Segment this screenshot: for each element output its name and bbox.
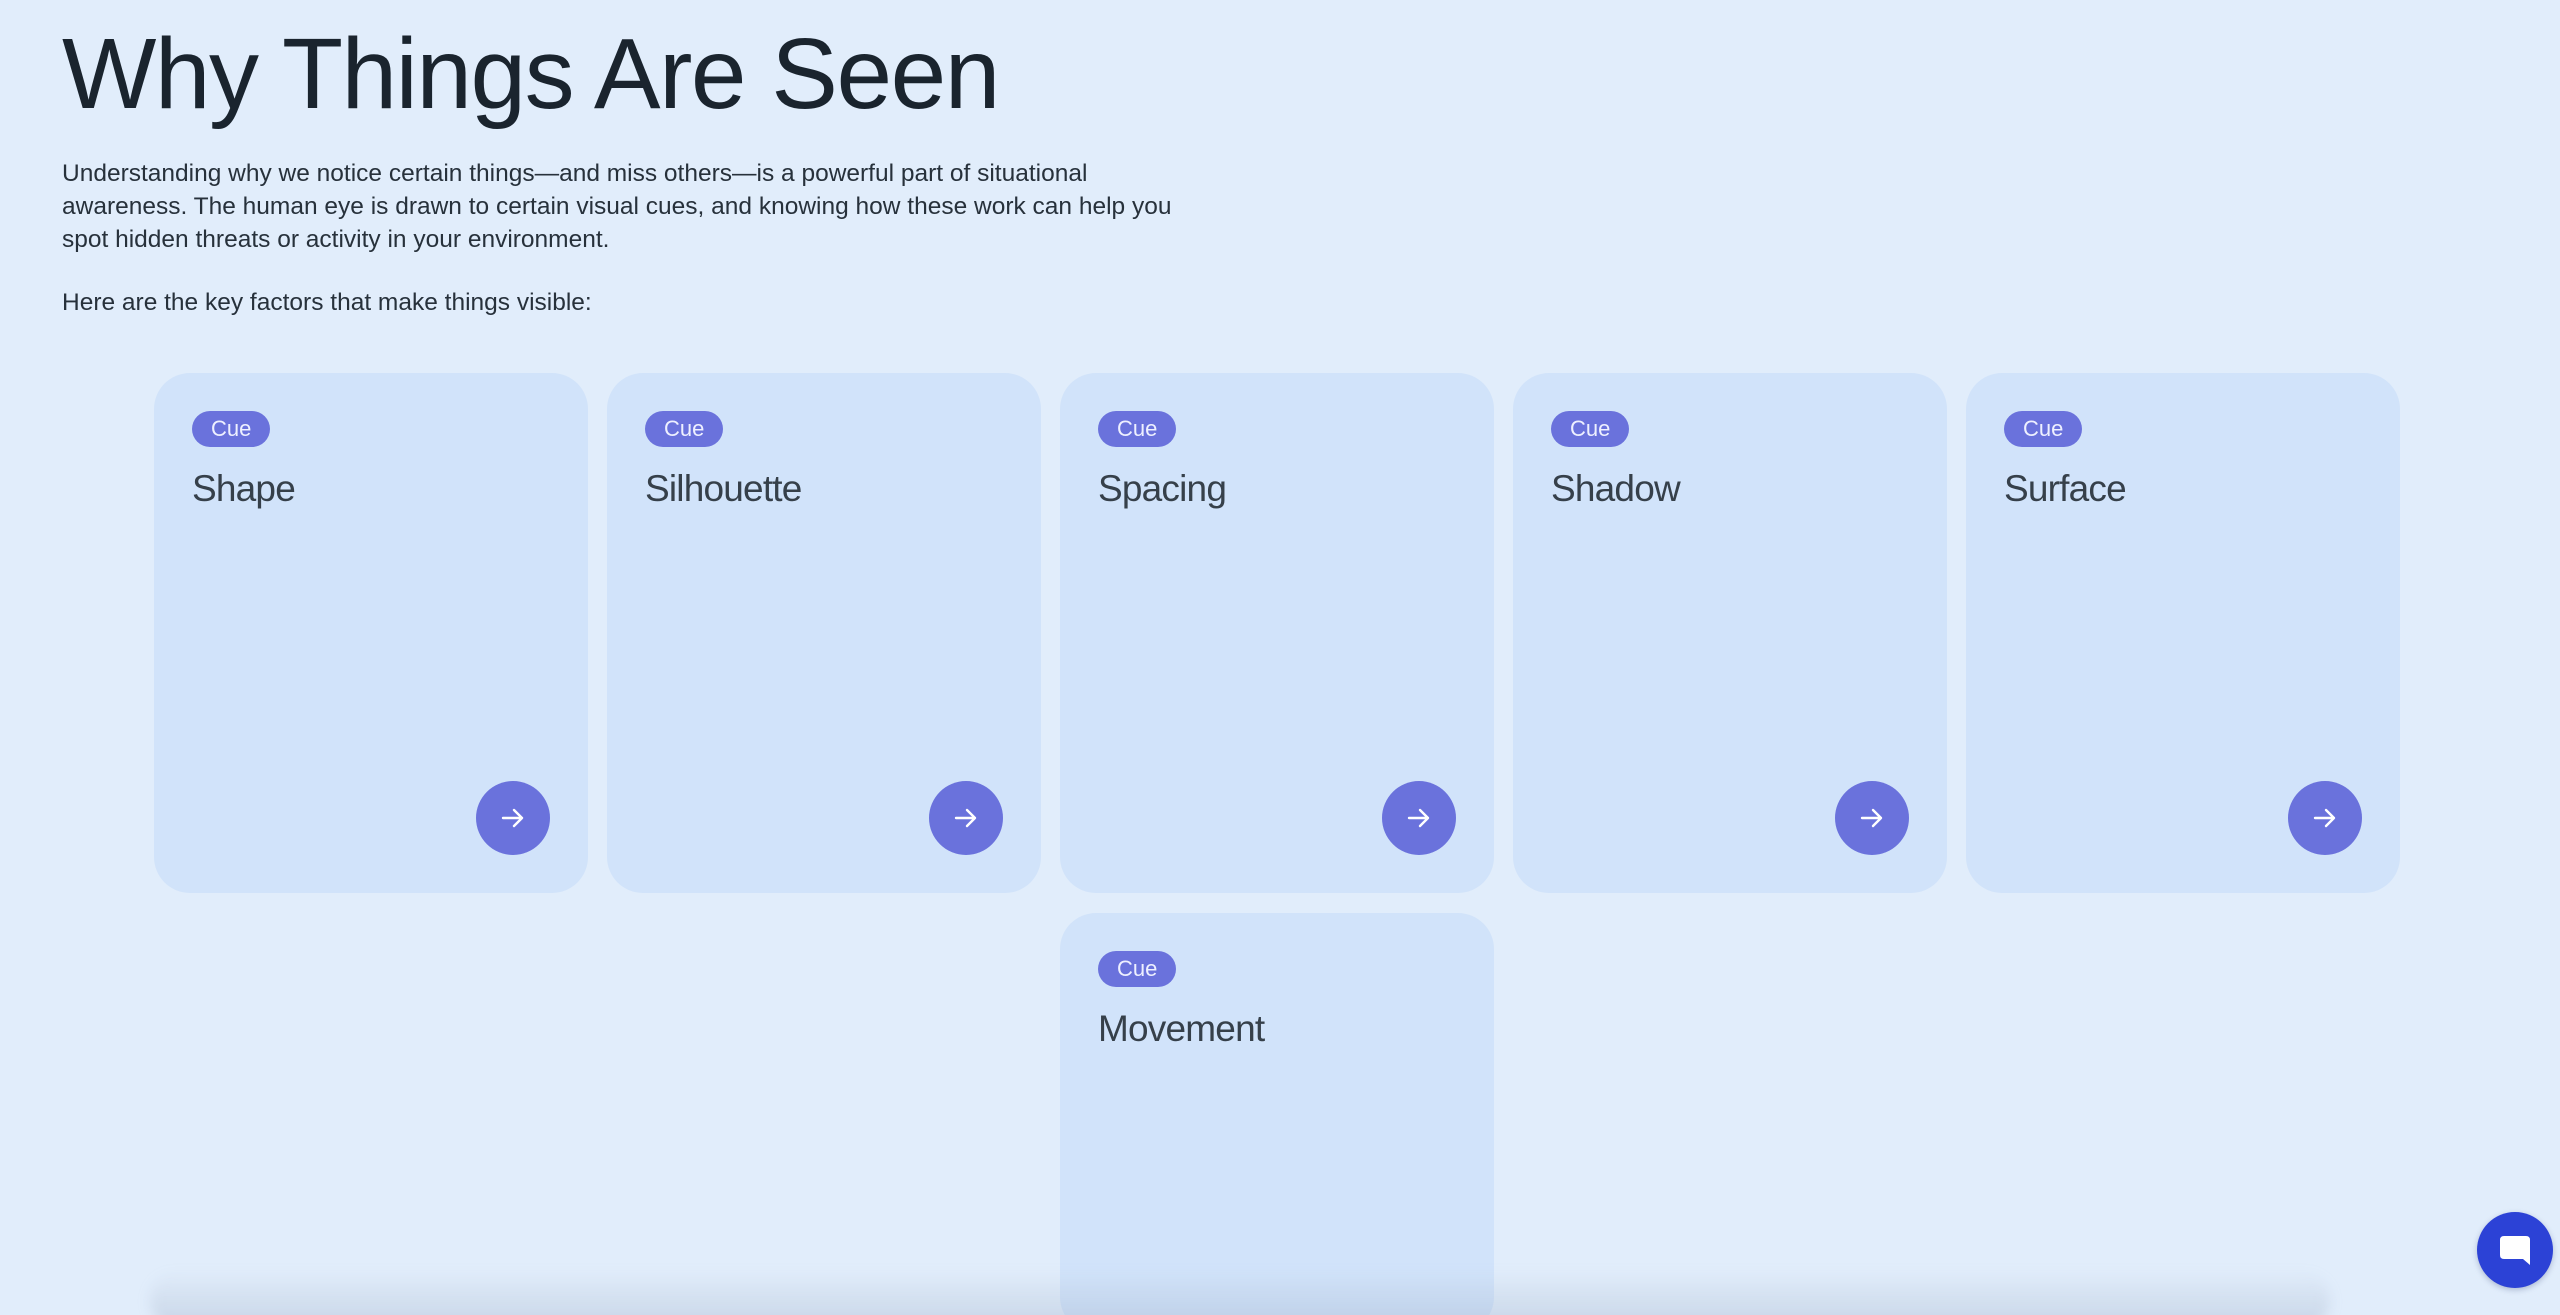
card-arrow-button[interactable]	[476, 781, 550, 855]
card-title: Silhouette	[645, 468, 802, 509]
arrow-right-icon	[501, 808, 524, 828]
arrow-right-icon	[1407, 808, 1430, 828]
chat-launcher-button[interactable]	[2477, 1212, 2553, 1288]
lead-paragraph: Here are the key factors that make thing…	[62, 289, 592, 316]
cue-badge: Cue	[1551, 411, 1630, 447]
card-shadow[interactable]: Cue Shadow	[1513, 373, 1947, 893]
card-arrow-button[interactable]	[2288, 781, 2362, 855]
card-arrow-button[interactable]	[1382, 781, 1456, 855]
cue-badge: Cue	[192, 411, 271, 447]
card-spacing[interactable]: Cue Spacing	[1060, 373, 1494, 893]
card-movement[interactable]: Cue Movement	[1060, 913, 1494, 1315]
card-title: Shape	[192, 468, 296, 509]
intro-paragraph: Understanding why we notice certain thin…	[62, 160, 1172, 253]
cue-badge: Cue	[1098, 951, 1177, 987]
cue-badge: Cue	[1098, 411, 1177, 447]
card-arrow-button[interactable]	[1835, 781, 1909, 855]
card-silhouette[interactable]: Cue Silhouette	[607, 373, 1041, 893]
chat-bubble-icon	[2500, 1236, 2530, 1265]
arrow-right-icon	[954, 808, 977, 828]
arrow-right-icon	[2313, 808, 2336, 828]
card-surface[interactable]: Cue Surface	[1966, 373, 2400, 893]
cue-badge: Cue	[645, 411, 724, 447]
arrow-right-icon	[1860, 808, 1883, 828]
card-title: Shadow	[1551, 468, 1681, 509]
page: Why Things Are Seen Understanding why we…	[0, 0, 2560, 1315]
page-title: Why Things Are Seen	[62, 18, 1000, 130]
cue-badge: Cue	[2004, 411, 2083, 447]
card-shape[interactable]: Cue Shape	[154, 373, 588, 893]
card-title: Movement	[1098, 1008, 1265, 1049]
card-arrow-button[interactable]	[929, 781, 1003, 855]
card-title: Surface	[2004, 468, 2127, 509]
card-title: Spacing	[1098, 468, 1227, 509]
